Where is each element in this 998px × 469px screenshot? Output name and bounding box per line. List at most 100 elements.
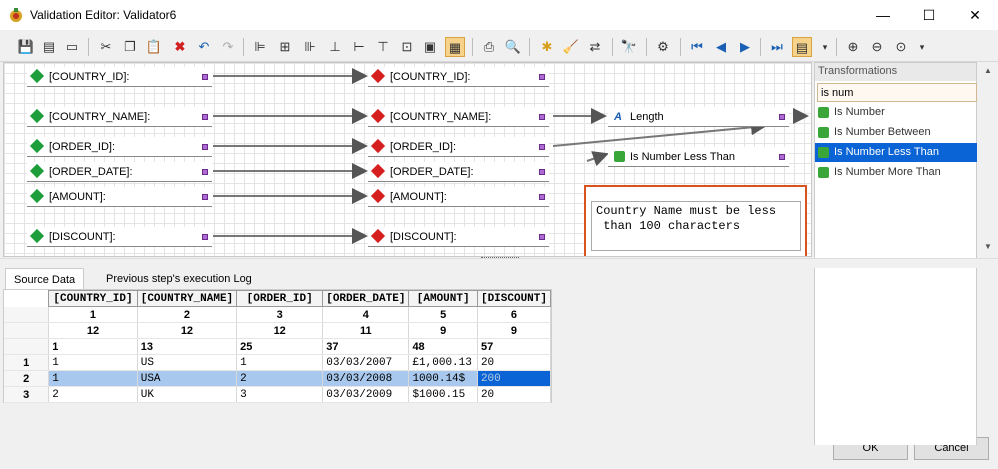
column-header[interactable]: [COUNTRY_NAME] — [136, 290, 238, 307]
align-bottom-icon[interactable]: ⊥ — [325, 37, 345, 57]
target-node-discount[interactable]: [DISCOUNT]: — [368, 227, 549, 247]
output-port[interactable] — [202, 74, 208, 80]
target-node-amount[interactable]: [AMOUNT]: — [368, 187, 549, 207]
flow-icon[interactable]: ⇄ — [585, 37, 605, 57]
table-row[interactable]: 1 1 US 1 03/03/2007 £1,000.13 20 — [4, 354, 552, 371]
scroll-down-icon[interactable]: ▼ — [984, 242, 992, 251]
row-number[interactable]: 1 — [4, 354, 50, 371]
output-port[interactable] — [539, 169, 545, 175]
target-node-order-date[interactable]: [ORDER_DATE]: — [368, 162, 549, 182]
grid-cell[interactable]: 20 — [477, 386, 552, 403]
grid-cell[interactable]: 1000.14$ — [408, 370, 478, 387]
zoom-in-icon[interactable]: ⊕ — [843, 37, 863, 57]
grid-cell[interactable]: USA — [137, 370, 238, 387]
execute-icon[interactable]: ⚙ — [653, 37, 673, 57]
save-icon[interactable]: 💾 — [16, 37, 36, 57]
transformation-item[interactable]: Is Number — [815, 103, 977, 122]
align-top-icon[interactable]: ⊤ — [373, 37, 393, 57]
zoom-overflow-icon[interactable]: ▾ — [912, 37, 932, 57]
output-port[interactable] — [202, 194, 208, 200]
grid-cell[interactable]: 3 — [236, 386, 324, 403]
toggle-panel-icon[interactable]: ▤ — [792, 37, 812, 57]
source-node-country-name[interactable]: [COUNTRY_NAME]: — [27, 107, 212, 127]
output-port[interactable] — [539, 234, 545, 240]
close-button[interactable]: ✕ — [952, 0, 998, 30]
grid-cell[interactable]: UK — [137, 386, 238, 403]
row-number[interactable]: 2 — [4, 370, 50, 387]
output-port[interactable] — [202, 144, 208, 150]
table-row[interactable]: 3 2 UK 3 03/03/2009 $1000.15 20 — [4, 386, 552, 403]
output-port[interactable] — [539, 194, 545, 200]
column-header[interactable]: [AMOUNT] — [408, 290, 478, 307]
properties-icon[interactable]: ▤ — [39, 37, 59, 57]
copy-icon[interactable]: ❐ — [120, 37, 140, 57]
target-node-country-name[interactable]: [COUNTRY_NAME]: — [368, 107, 549, 127]
grid-cell[interactable]: 03/03/2007 — [322, 354, 410, 371]
grid-cell[interactable]: 1 — [48, 370, 138, 387]
grid-cell-focused[interactable]: 200 — [477, 370, 552, 387]
clean-icon[interactable]: 🧹 — [561, 37, 581, 57]
align-left-icon[interactable]: ⊫ — [250, 37, 270, 57]
grid-cell[interactable]: US — [137, 354, 238, 371]
prev-icon[interactable]: ◀ — [711, 37, 731, 57]
canvas-vertical-scrollbar[interactable]: ▲ ▼ — [980, 62, 997, 257]
print-preview-icon[interactable]: 🔍 — [503, 37, 523, 57]
grid-cell[interactable]: 2 — [48, 386, 138, 403]
group-icon[interactable]: ▣ — [420, 37, 440, 57]
scroll-up-icon[interactable]: ▲ — [984, 66, 992, 75]
source-data-grid[interactable]: [COUNTRY_ID] [COUNTRY_NAME] [ORDER_ID] [… — [3, 289, 552, 403]
transformation-item-selected[interactable]: Is Number Less Than — [815, 143, 977, 162]
grid-cell[interactable]: £1,000.13 — [408, 354, 478, 371]
grid-cell[interactable]: $1000.15 — [408, 386, 478, 403]
column-header[interactable]: [DISCOUNT] — [476, 290, 552, 307]
first-icon[interactable]: ⏮ — [687, 37, 707, 57]
delete-icon[interactable]: ✖ — [170, 37, 190, 57]
grid-cell[interactable]: 20 — [477, 354, 552, 371]
last-icon[interactable]: ⏭ — [767, 37, 787, 57]
comment-text[interactable]: Country Name must be less than 100 chara… — [591, 201, 801, 251]
output-port[interactable] — [779, 114, 785, 120]
source-node-order-date[interactable]: [ORDER_DATE]: — [27, 162, 212, 182]
output-port[interactable] — [539, 144, 545, 150]
toolbar-overflow-icon[interactable]: ▾ — [815, 37, 835, 57]
grid-cell[interactable]: 2 — [236, 370, 324, 387]
source-node-country-id[interactable]: [COUNTRY_ID]: — [27, 67, 212, 87]
output-port[interactable] — [202, 169, 208, 175]
zoom-out-icon[interactable]: ⊖ — [867, 37, 887, 57]
source-node-order-id[interactable]: [ORDER_ID]: — [27, 137, 212, 157]
row-number[interactable]: 3 — [4, 386, 50, 403]
source-node-amount[interactable]: [AMOUNT]: — [27, 187, 212, 207]
align-right-icon[interactable]: ⊪ — [300, 37, 320, 57]
undo-icon[interactable]: ↶ — [194, 37, 214, 57]
grid-cell[interactable]: 03/03/2008 — [322, 370, 410, 387]
target-node-order-id[interactable]: [ORDER_ID]: — [368, 137, 549, 157]
transformation-item[interactable]: Is Number Between — [815, 123, 977, 142]
maximize-button[interactable]: ☐ — [906, 0, 952, 30]
paste-icon[interactable]: 📋 — [144, 37, 164, 57]
transform-node-length[interactable]: A Length — [608, 107, 789, 127]
transform-node-is-number-less-than[interactable]: Is Number Less Than — [608, 147, 789, 167]
comment-note[interactable]: Country Name must be less than 100 chara… — [584, 185, 807, 256]
print-icon[interactable]: ⎙ — [479, 37, 499, 57]
transformation-item[interactable]: Is Number More Than — [815, 163, 977, 182]
diagram-canvas[interactable]: [COUNTRY_ID]: [COUNTRY_NAME]: [ORDER_ID]… — [3, 62, 812, 257]
column-header[interactable]: [COUNTRY_ID] — [48, 290, 138, 307]
zoom-fit-icon[interactable]: ⊙ — [891, 37, 911, 57]
print-setup-icon[interactable]: ▭ — [62, 37, 82, 57]
find-icon[interactable]: 🔭 — [619, 37, 639, 57]
auto-layout-icon[interactable]: ▦ — [445, 37, 465, 57]
tab-source-data[interactable]: Source Data — [5, 268, 85, 290]
output-port[interactable] — [202, 234, 208, 240]
grid-cell[interactable]: 1 — [236, 354, 324, 371]
redo-icon[interactable]: ↷ — [218, 37, 238, 57]
new-icon[interactable]: ✱ — [537, 37, 557, 57]
minimize-button[interactable]: — — [860, 0, 906, 30]
align-center-icon[interactable]: ⊞ — [275, 37, 295, 57]
tab-execution-log[interactable]: Previous step's execution Log — [98, 268, 260, 290]
grid-cell[interactable]: 03/03/2009 — [322, 386, 410, 403]
horizontal-splitter[interactable] — [0, 258, 998, 268]
output-port[interactable] — [202, 114, 208, 120]
next-icon[interactable]: ▶ — [735, 37, 755, 57]
table-row-selected[interactable]: 2 1 USA 2 03/03/2008 1000.14$ 200 — [4, 370, 552, 387]
output-port[interactable] — [779, 154, 785, 160]
